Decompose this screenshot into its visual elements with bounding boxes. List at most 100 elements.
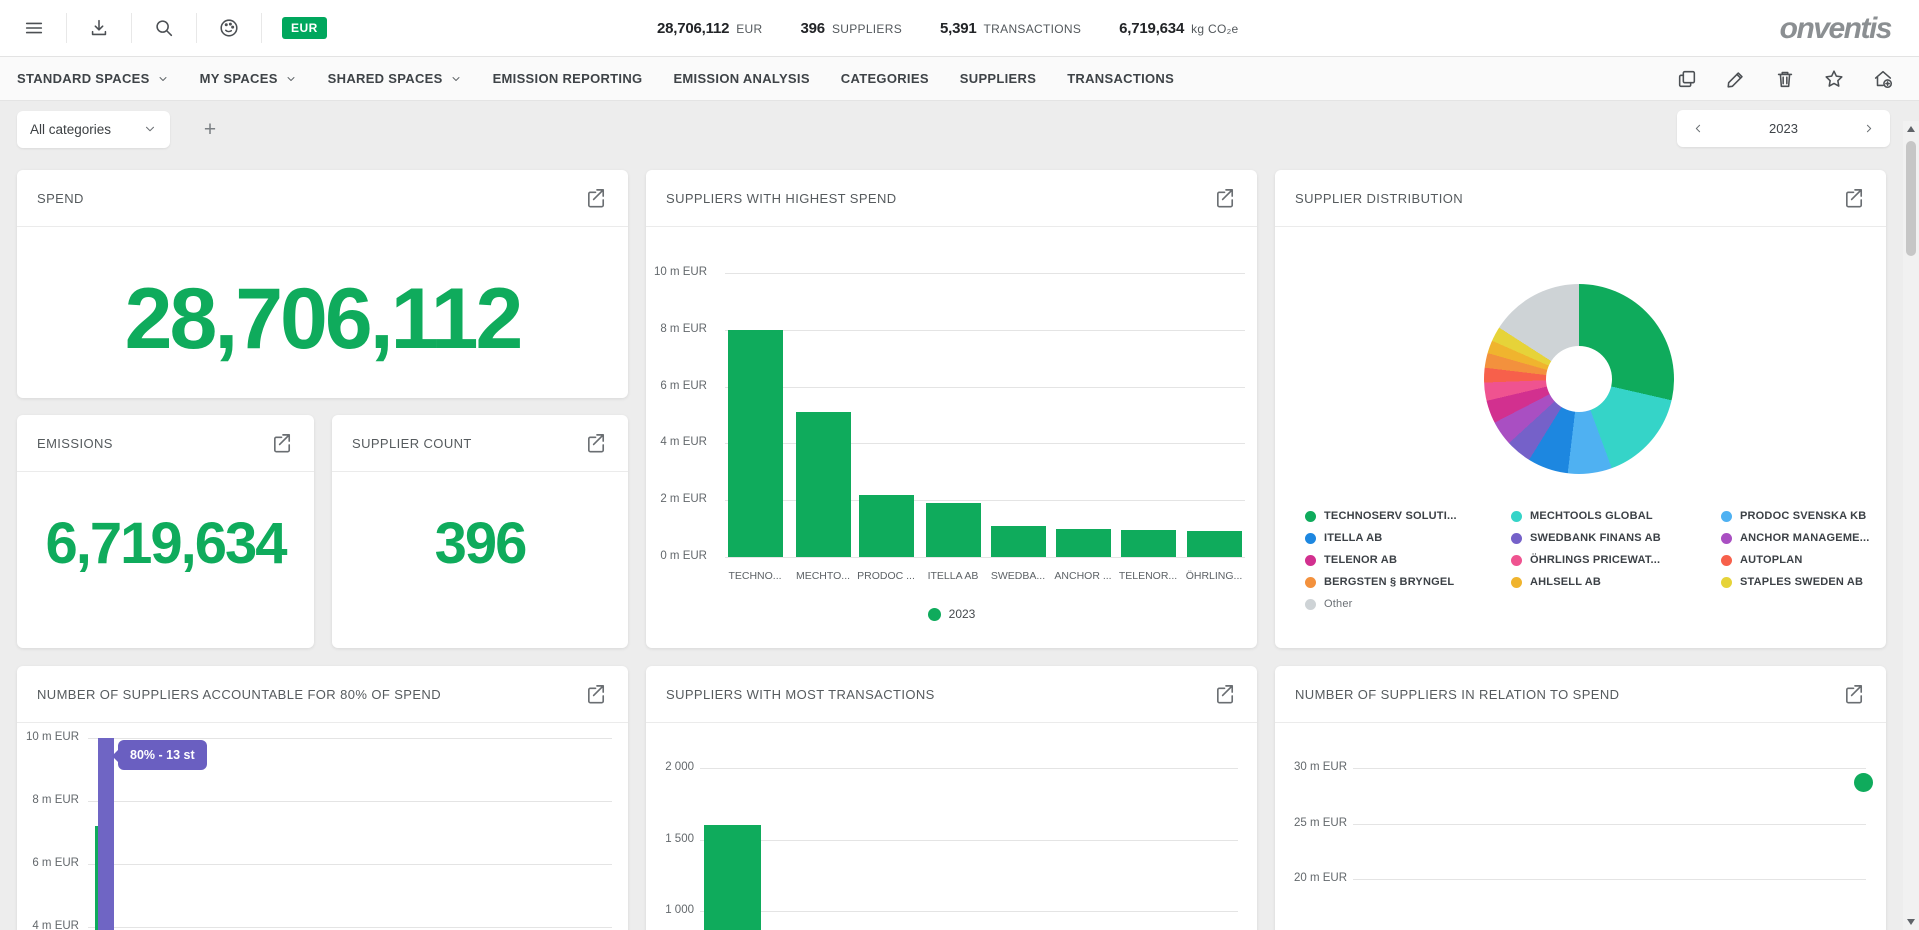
supplier-count-card: SUPPLIER COUNT 396	[332, 415, 628, 648]
delete-icon[interactable]	[1773, 67, 1797, 91]
nav-item-transactions[interactable]: TRANSACTIONS	[1067, 71, 1174, 86]
card-title: SUPPLIERS WITH MOST TRANSACTIONS	[666, 687, 935, 702]
hamburger-menu-icon[interactable]	[22, 16, 46, 40]
onventis-logo: onventis	[1780, 12, 1891, 46]
legend-label: TECHNOSERV SOLUTI...	[1324, 510, 1457, 522]
bar-top-supplier	[704, 825, 761, 930]
gridline	[700, 911, 1238, 912]
donut-legend-item: AUTOPLAN	[1721, 554, 1870, 566]
y-axis-tick-label: 10 m EUR	[646, 266, 707, 278]
legend-dot	[1511, 511, 1522, 522]
nav-item-label: TRANSACTIONS	[1067, 71, 1174, 86]
bar-PRODOC ...	[859, 495, 914, 557]
x-axis-tick-label: ÖHRLING...	[1181, 570, 1247, 582]
divider	[66, 13, 67, 43]
bar-TELENOR...	[1121, 530, 1176, 557]
nav-item-label: SUPPLIERS	[960, 71, 1036, 86]
supplier-distribution-card: SUPPLIER DISTRIBUTION TECHNOSERV SOLUTI.…	[1275, 170, 1886, 648]
stat-unit: TRANSACTIONS	[984, 22, 1082, 36]
currency-badge[interactable]: EUR	[282, 17, 327, 39]
nav-item-emission-reporting[interactable]: EMISSION REPORTING	[493, 71, 643, 86]
open-external-icon[interactable]	[1843, 187, 1866, 210]
legend-dot	[1305, 599, 1316, 610]
card-title: SUPPLIERS WITH HIGHEST SPEND	[666, 191, 897, 206]
summary-stat: 6,719,634kg CO₂e	[1119, 20, 1238, 37]
nav-item-shared-spaces[interactable]: SHARED SPACES	[328, 71, 462, 86]
nav-item-label: EMISSION REPORTING	[493, 71, 643, 86]
year-next-button[interactable]	[1862, 122, 1875, 135]
category-filter-dropdown[interactable]: All categories	[17, 111, 170, 148]
year-prev-button[interactable]	[1692, 122, 1705, 135]
gridline	[725, 387, 1245, 388]
year-value: 2023	[1769, 121, 1798, 136]
scroll-up-arrow[interactable]	[1903, 121, 1919, 137]
nav-item-suppliers[interactable]: SUPPLIERS	[960, 71, 1036, 86]
nav-item-emission-analysis[interactable]: EMISSION ANALYSIS	[673, 71, 809, 86]
summary-stat: 28,706,112EUR	[657, 20, 763, 37]
legend-label: AUTOPLAN	[1740, 554, 1803, 566]
vertical-scrollbar[interactable]	[1903, 121, 1919, 930]
card-title: EMISSIONS	[37, 436, 113, 451]
supplier-distribution-donut	[1484, 284, 1674, 474]
donut-legend-item: SWEDBANK FINANS AB	[1511, 532, 1721, 544]
card-title: NUMBER OF SUPPLIERS IN RELATION TO SPEND	[1295, 687, 1619, 702]
stat-unit: kg CO₂e	[1191, 22, 1238, 36]
nav-item-label: EMISSION ANALYSIS	[673, 71, 809, 86]
open-external-icon[interactable]	[271, 432, 294, 455]
x-axis-tick-label: ANCHOR ...	[1050, 570, 1116, 582]
add-home-icon[interactable]	[1871, 67, 1895, 91]
open-external-icon[interactable]	[585, 187, 608, 210]
open-external-icon[interactable]	[1843, 683, 1866, 706]
stat-unit: EUR	[736, 22, 762, 36]
legend-label: MECHTOOLS GLOBAL	[1530, 510, 1653, 522]
y-axis-tick-label: 4 m EUR	[646, 436, 707, 448]
open-external-icon[interactable]	[1214, 683, 1237, 706]
y-axis-tick-label: 20 m EUR	[1275, 872, 1347, 884]
legend-dot	[1721, 555, 1732, 566]
donut-legend-item: TECHNOSERV SOLUTI...	[1305, 510, 1511, 522]
y-axis-tick-label: 1 500	[646, 833, 694, 845]
legend-dot	[1305, 555, 1316, 566]
pareto-tooltip: 80% - 13 st	[118, 740, 207, 770]
nav-item-my-spaces[interactable]: MY SPACES	[200, 71, 297, 86]
year-selector: 2023	[1677, 110, 1890, 147]
nav-item-label: MY SPACES	[200, 71, 278, 86]
y-axis-tick-label: 6 m EUR	[17, 857, 79, 869]
donut-legend-item: ANCHOR MANAGEME...	[1721, 532, 1870, 544]
nav-item-standard-spaces[interactable]: STANDARD SPACES	[17, 71, 169, 86]
donut-legend-item: ÖHRLINGS PRICEWAT...	[1511, 554, 1721, 566]
add-filter-button[interactable]: +	[198, 117, 222, 141]
legend-dot	[1721, 533, 1732, 544]
bar-ÖHRLING...	[1187, 531, 1242, 557]
category-filter-label: All categories	[30, 122, 111, 137]
scrollbar-thumb[interactable]	[1906, 141, 1916, 256]
nav-item-categories[interactable]: CATEGORIES	[841, 71, 929, 86]
chevron-down-icon	[285, 73, 297, 85]
gridline	[700, 840, 1238, 841]
donut-legend-item: PRODOC SVENSKA KB	[1721, 510, 1870, 522]
edit-icon[interactable]	[1724, 67, 1748, 91]
open-external-icon[interactable]	[585, 432, 608, 455]
gridline	[725, 273, 1245, 274]
chevron-down-icon	[143, 122, 157, 136]
open-external-icon[interactable]	[585, 683, 608, 706]
donut-legend-item: BERGSTEN § BRYNGEL	[1305, 576, 1511, 588]
donut-legend-item: STAPLES SWEDEN AB	[1721, 576, 1870, 588]
download-icon[interactable]	[87, 16, 111, 40]
stat-unit: SUPPLIERS	[832, 22, 902, 36]
bar-TECHNO...	[728, 330, 783, 557]
card-title: SUPPLIER DISTRIBUTION	[1295, 191, 1463, 206]
cumulative-spend-bar	[98, 738, 114, 930]
palette-icon[interactable]	[217, 16, 241, 40]
scroll-down-arrow[interactable]	[1903, 914, 1919, 930]
favorite-icon[interactable]	[1822, 67, 1846, 91]
stat-value: 5,391	[940, 20, 977, 37]
legend-label: PRODOC SVENSKA KB	[1740, 510, 1866, 522]
nav-item-label: CATEGORIES	[841, 71, 929, 86]
open-external-icon[interactable]	[1214, 187, 1237, 210]
duplicate-icon[interactable]	[1675, 67, 1699, 91]
donut-legend-item: Other	[1305, 598, 1511, 610]
pareto-card: NUMBER OF SUPPLIERS ACCOUNTABLE FOR 80% …	[17, 666, 628, 930]
search-icon[interactable]	[152, 16, 176, 40]
relation-card: NUMBER OF SUPPLIERS IN RELATION TO SPEND…	[1275, 666, 1886, 930]
